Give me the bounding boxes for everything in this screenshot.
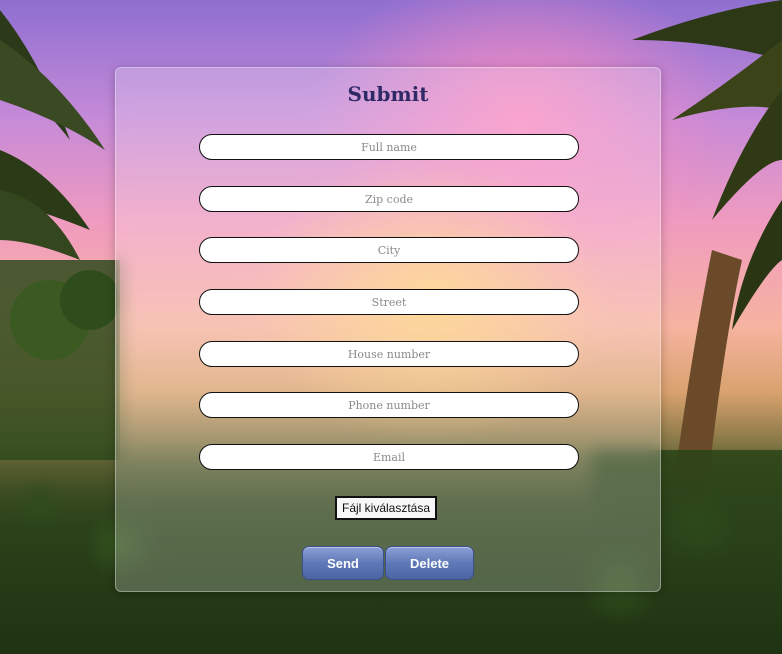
form-card: Submit Fájl kiválasztása Send Delete bbox=[115, 67, 661, 592]
file-chooser-button[interactable]: Fájl kiválasztása bbox=[335, 496, 438, 520]
email-input[interactable] bbox=[199, 444, 579, 470]
phone-number-input[interactable] bbox=[199, 392, 579, 418]
send-button-label: Send bbox=[327, 555, 359, 571]
send-button[interactable]: Send bbox=[302, 546, 384, 580]
file-chooser-label: Fájl kiválasztása bbox=[342, 501, 431, 515]
form-title: Submit bbox=[347, 82, 429, 106]
zip-code-input[interactable] bbox=[199, 186, 579, 212]
street-input[interactable] bbox=[199, 289, 579, 315]
city-input[interactable] bbox=[199, 237, 579, 263]
house-number-input[interactable] bbox=[199, 341, 579, 367]
delete-button-label: Delete bbox=[409, 555, 450, 571]
delete-button[interactable]: Delete bbox=[385, 546, 474, 580]
full-name-input[interactable] bbox=[199, 134, 579, 160]
